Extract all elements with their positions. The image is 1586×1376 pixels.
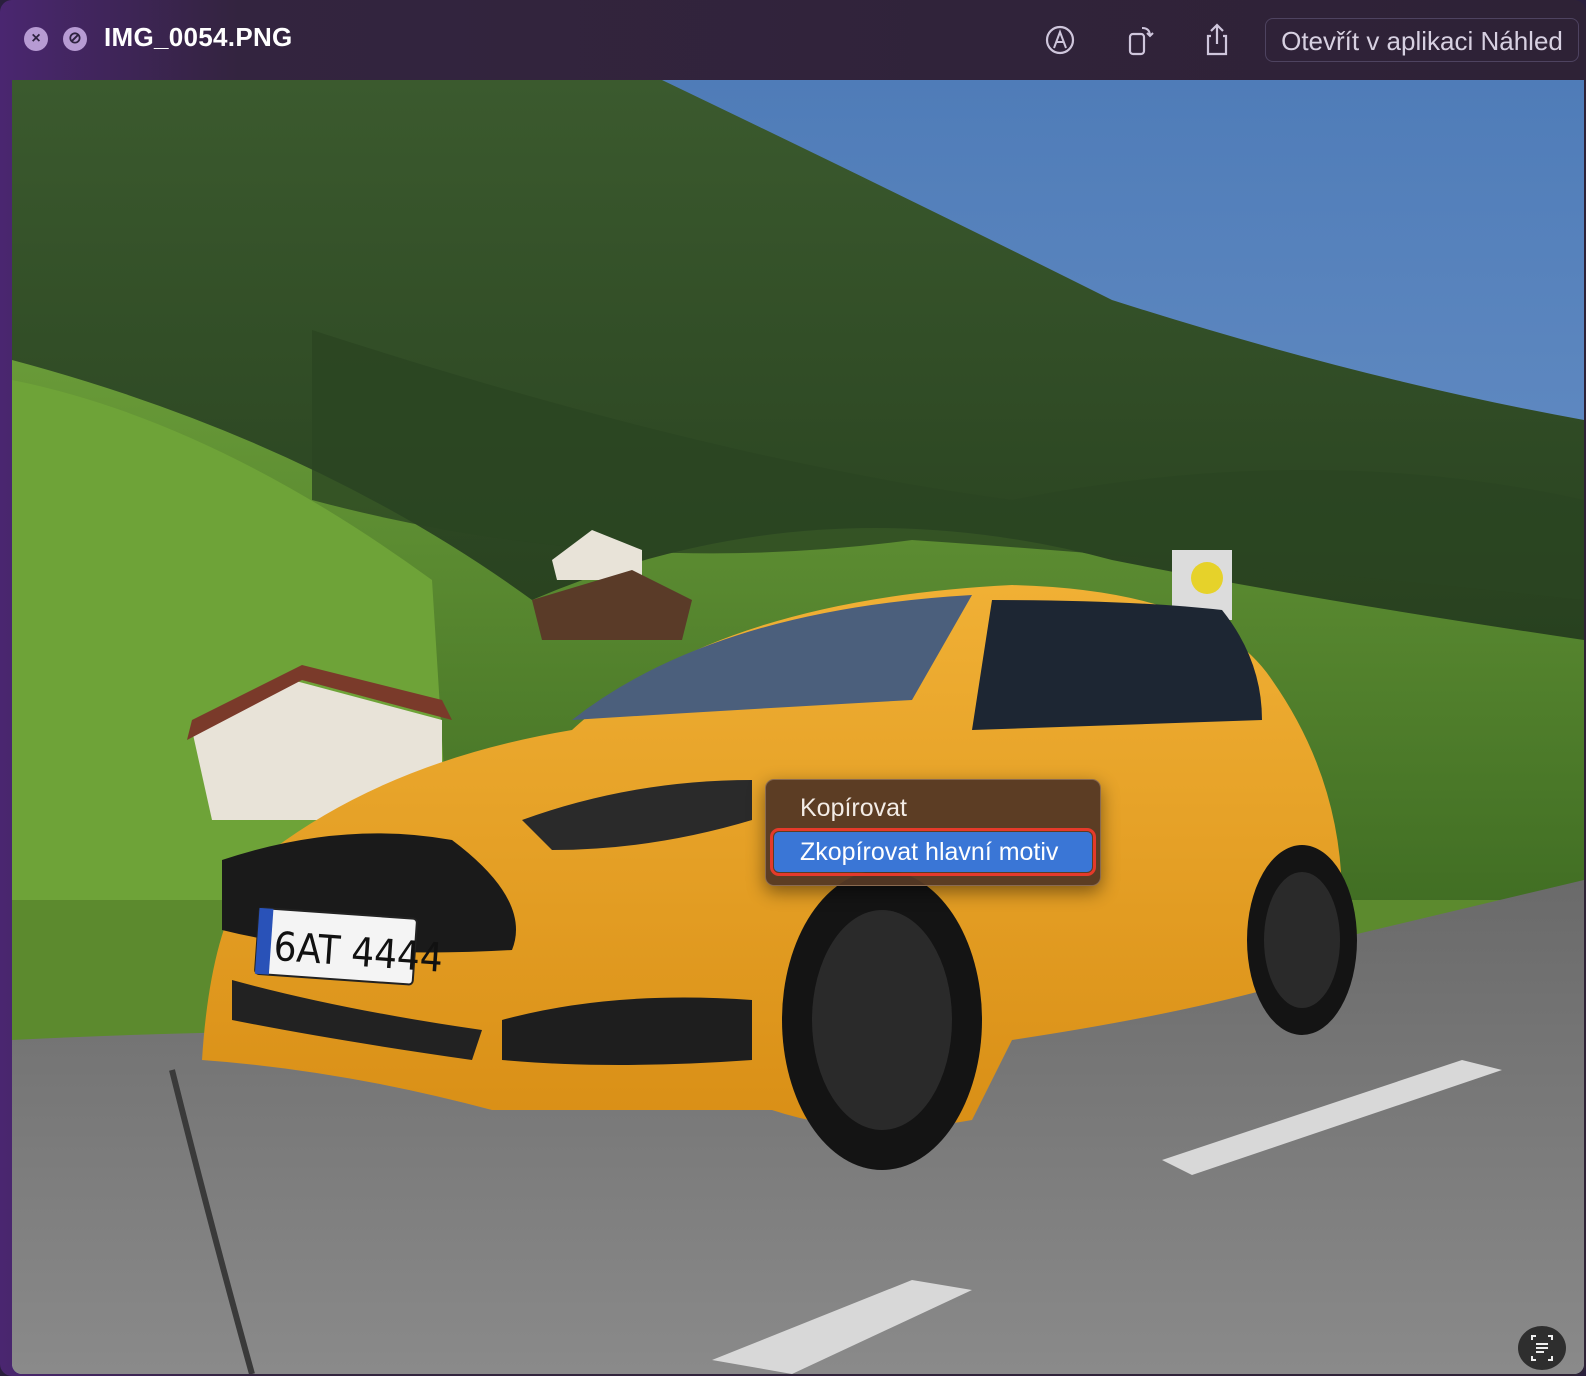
- close-button[interactable]: ×: [24, 27, 48, 51]
- fullscreen-button[interactable]: ⊘: [63, 27, 87, 51]
- title-bar: × ⊘ IMG_0054.PNG Otevřít v aplikaci Náhl…: [0, 0, 1586, 80]
- window-title: IMG_0054.PNG: [104, 22, 293, 52]
- context-menu: Kopírovat Zkopírovat hlavní motiv: [765, 779, 1101, 886]
- share-button[interactable]: [1197, 20, 1237, 60]
- license-plate: 6AT 4444: [254, 907, 444, 986]
- open-in-preview-button[interactable]: Otevřít v aplikaci Náhled: [1265, 18, 1579, 62]
- quick-look-window: × ⊘ IMG_0054.PNG Otevřít v aplikaci Náhl…: [0, 0, 1586, 1376]
- fullscreen-icon: ⊘: [68, 30, 82, 47]
- menu-item-copy-subject[interactable]: Zkopírovat hlavní motiv: [770, 828, 1096, 876]
- rotate-icon: [1128, 27, 1154, 56]
- menu-item-copy[interactable]: Kopírovat: [774, 788, 1092, 828]
- markup-button[interactable]: [1040, 20, 1080, 60]
- markup-icon: [1045, 25, 1075, 55]
- rotate-button[interactable]: [1120, 20, 1160, 60]
- photo-car-in-mountains: 6AT 4444: [12, 80, 1584, 1374]
- image-preview: 6AT 4444: [12, 80, 1584, 1374]
- share-icon: [1206, 23, 1228, 56]
- live-text-icon: [1531, 1335, 1553, 1361]
- close-icon: ×: [31, 30, 41, 47]
- live-text-button[interactable]: [1518, 1326, 1566, 1370]
